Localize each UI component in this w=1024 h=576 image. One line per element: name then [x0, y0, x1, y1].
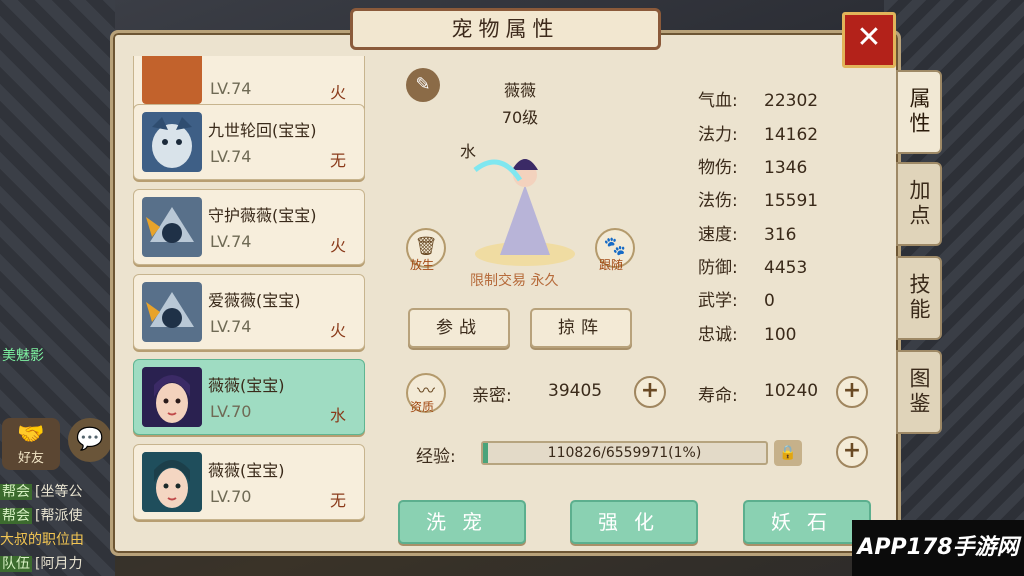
formation-button[interactable]: 掠阵	[530, 308, 632, 348]
chat-line: 帮会 [帮派使	[0, 508, 83, 524]
watermark: APP178手游网	[852, 520, 1024, 576]
tab-add-points[interactable]: 加点	[896, 162, 942, 246]
trash-icon: 🗑	[414, 236, 438, 257]
strengthen-button[interactable]: 强化	[570, 500, 698, 544]
pet-level: LV.70	[210, 402, 252, 421]
pet-avatar	[142, 452, 202, 512]
lock-button[interactable]: 🔒	[774, 440, 802, 466]
friend-button[interactable]: 🤝 好友	[2, 418, 60, 470]
tab-attributes[interactable]: 属性	[896, 70, 942, 154]
pet-name: 薇薇(宝宝)	[208, 376, 285, 395]
pet-list[interactable]: LV.74 火 九世轮回(宝宝) LV.74 无 守护薇薇(宝宝) LV.74 …	[131, 56, 367, 546]
wash-pet-button[interactable]: 洗宠	[398, 500, 526, 544]
tab-skills[interactable]: 技能	[896, 256, 942, 340]
stat-loyalty: 忠诚: 100	[698, 325, 797, 345]
pet-level: LV.74	[210, 317, 252, 336]
chat-line: 大叔的职位由	[0, 532, 84, 548]
chat-button[interactable]: 💬	[68, 418, 112, 462]
chat-log: 帮会 [坐等公 帮会 [帮派使 大叔的职位由 队伍 [阿月力	[0, 480, 120, 576]
rename-button[interactable]: ✎	[406, 68, 440, 102]
experience-text: 110826/6559971(1%)	[547, 445, 702, 461]
pet-list-item[interactable]: 薇薇(宝宝) LV.70 无	[133, 444, 365, 520]
paw-icon: 🐾	[603, 236, 627, 257]
pet-avatar	[142, 282, 202, 342]
stat-physical-damage: 物伤: 1346	[698, 158, 808, 178]
lifespan-label: 寿命:	[698, 386, 738, 406]
panel-title: 宠物属性	[350, 8, 661, 50]
pet-element: 无	[329, 151, 346, 170]
plus-icon: +	[842, 438, 862, 463]
pencil-icon: ✎	[415, 74, 431, 95]
pet-list-item[interactable]: 守护薇薇(宝宝) LV.74 火	[133, 189, 365, 265]
lifespan-value: 10240	[764, 381, 819, 401]
pet-display-level: 70级	[501, 108, 539, 127]
pet-display-name: 薇薇	[503, 81, 536, 100]
pet-element: 水	[329, 406, 346, 425]
stat-mana: 法力: 14162	[698, 125, 819, 145]
friend-label: 好友	[17, 451, 44, 466]
pet-level: LV.74	[210, 232, 252, 251]
experience-bar: 110826/6559971(1%)	[481, 441, 768, 465]
pet-avatar	[142, 367, 202, 427]
pet-avatar	[142, 56, 202, 104]
intimacy-value: 39405	[548, 381, 603, 401]
pet-name: 爱薇薇(宝宝)	[208, 291, 301, 310]
battle-button[interactable]: 参战	[408, 308, 510, 348]
pet-element: 无	[329, 491, 346, 510]
lock-icon: 🔒	[779, 445, 797, 461]
stat-magic-damage: 法伤: 15591	[698, 191, 819, 211]
aptitude-label: 资质	[410, 400, 435, 414]
pet-level: LV.70	[210, 487, 252, 506]
add-experience-button[interactable]: +	[836, 436, 868, 468]
pet-avatar	[142, 112, 202, 172]
experience-label: 经验:	[416, 447, 456, 467]
pet-element: 火	[329, 83, 346, 102]
handshake-icon: 🤝	[17, 422, 45, 447]
pet-element: 火	[329, 321, 346, 340]
plus-icon: +	[842, 378, 862, 403]
pet-model	[470, 130, 580, 270]
pet-name: 守护薇薇(宝宝)	[208, 206, 317, 225]
chat-icon: 💬	[76, 427, 104, 452]
plus-icon: +	[640, 378, 660, 403]
pet-element: 火	[329, 236, 346, 255]
follow-label: 跟随	[599, 258, 624, 272]
pet-list-item-selected[interactable]: 薇薇(宝宝) LV.70 水	[133, 359, 365, 435]
pet-level: LV.74	[210, 147, 252, 166]
pet-avatar	[142, 197, 202, 257]
pet-list-item[interactable]: 九世轮回(宝宝) LV.74 无	[133, 104, 365, 180]
pet-name: 薇薇(宝宝)	[208, 461, 285, 480]
pet-name: 九世轮回(宝宝)	[208, 121, 317, 140]
tab-encyclopedia[interactable]: 图鉴	[896, 350, 942, 434]
add-lifespan-button[interactable]: +	[836, 376, 868, 408]
intimacy-label: 亲密:	[472, 386, 512, 406]
release-label: 放生	[410, 258, 435, 272]
pet-list-item[interactable]: 爱薇薇(宝宝) LV.74 火	[133, 274, 365, 350]
close-button[interactable]: ✕	[842, 12, 896, 68]
chat-line: 队伍 [阿月力	[0, 556, 83, 572]
pet-level: LV.74	[210, 79, 252, 98]
character-name: 美魅影	[2, 348, 44, 364]
stat-hp: 气血: 22302	[698, 91, 819, 111]
chat-line: 帮会 [坐等公	[0, 484, 83, 500]
stat-defense: 防御: 4453	[698, 258, 808, 278]
stat-speed: 速度: 316	[698, 225, 797, 245]
stat-martial: 武学: 0	[698, 291, 775, 311]
add-intimacy-button[interactable]: +	[634, 376, 666, 408]
trade-restriction: 限制交易 永久	[470, 273, 559, 289]
